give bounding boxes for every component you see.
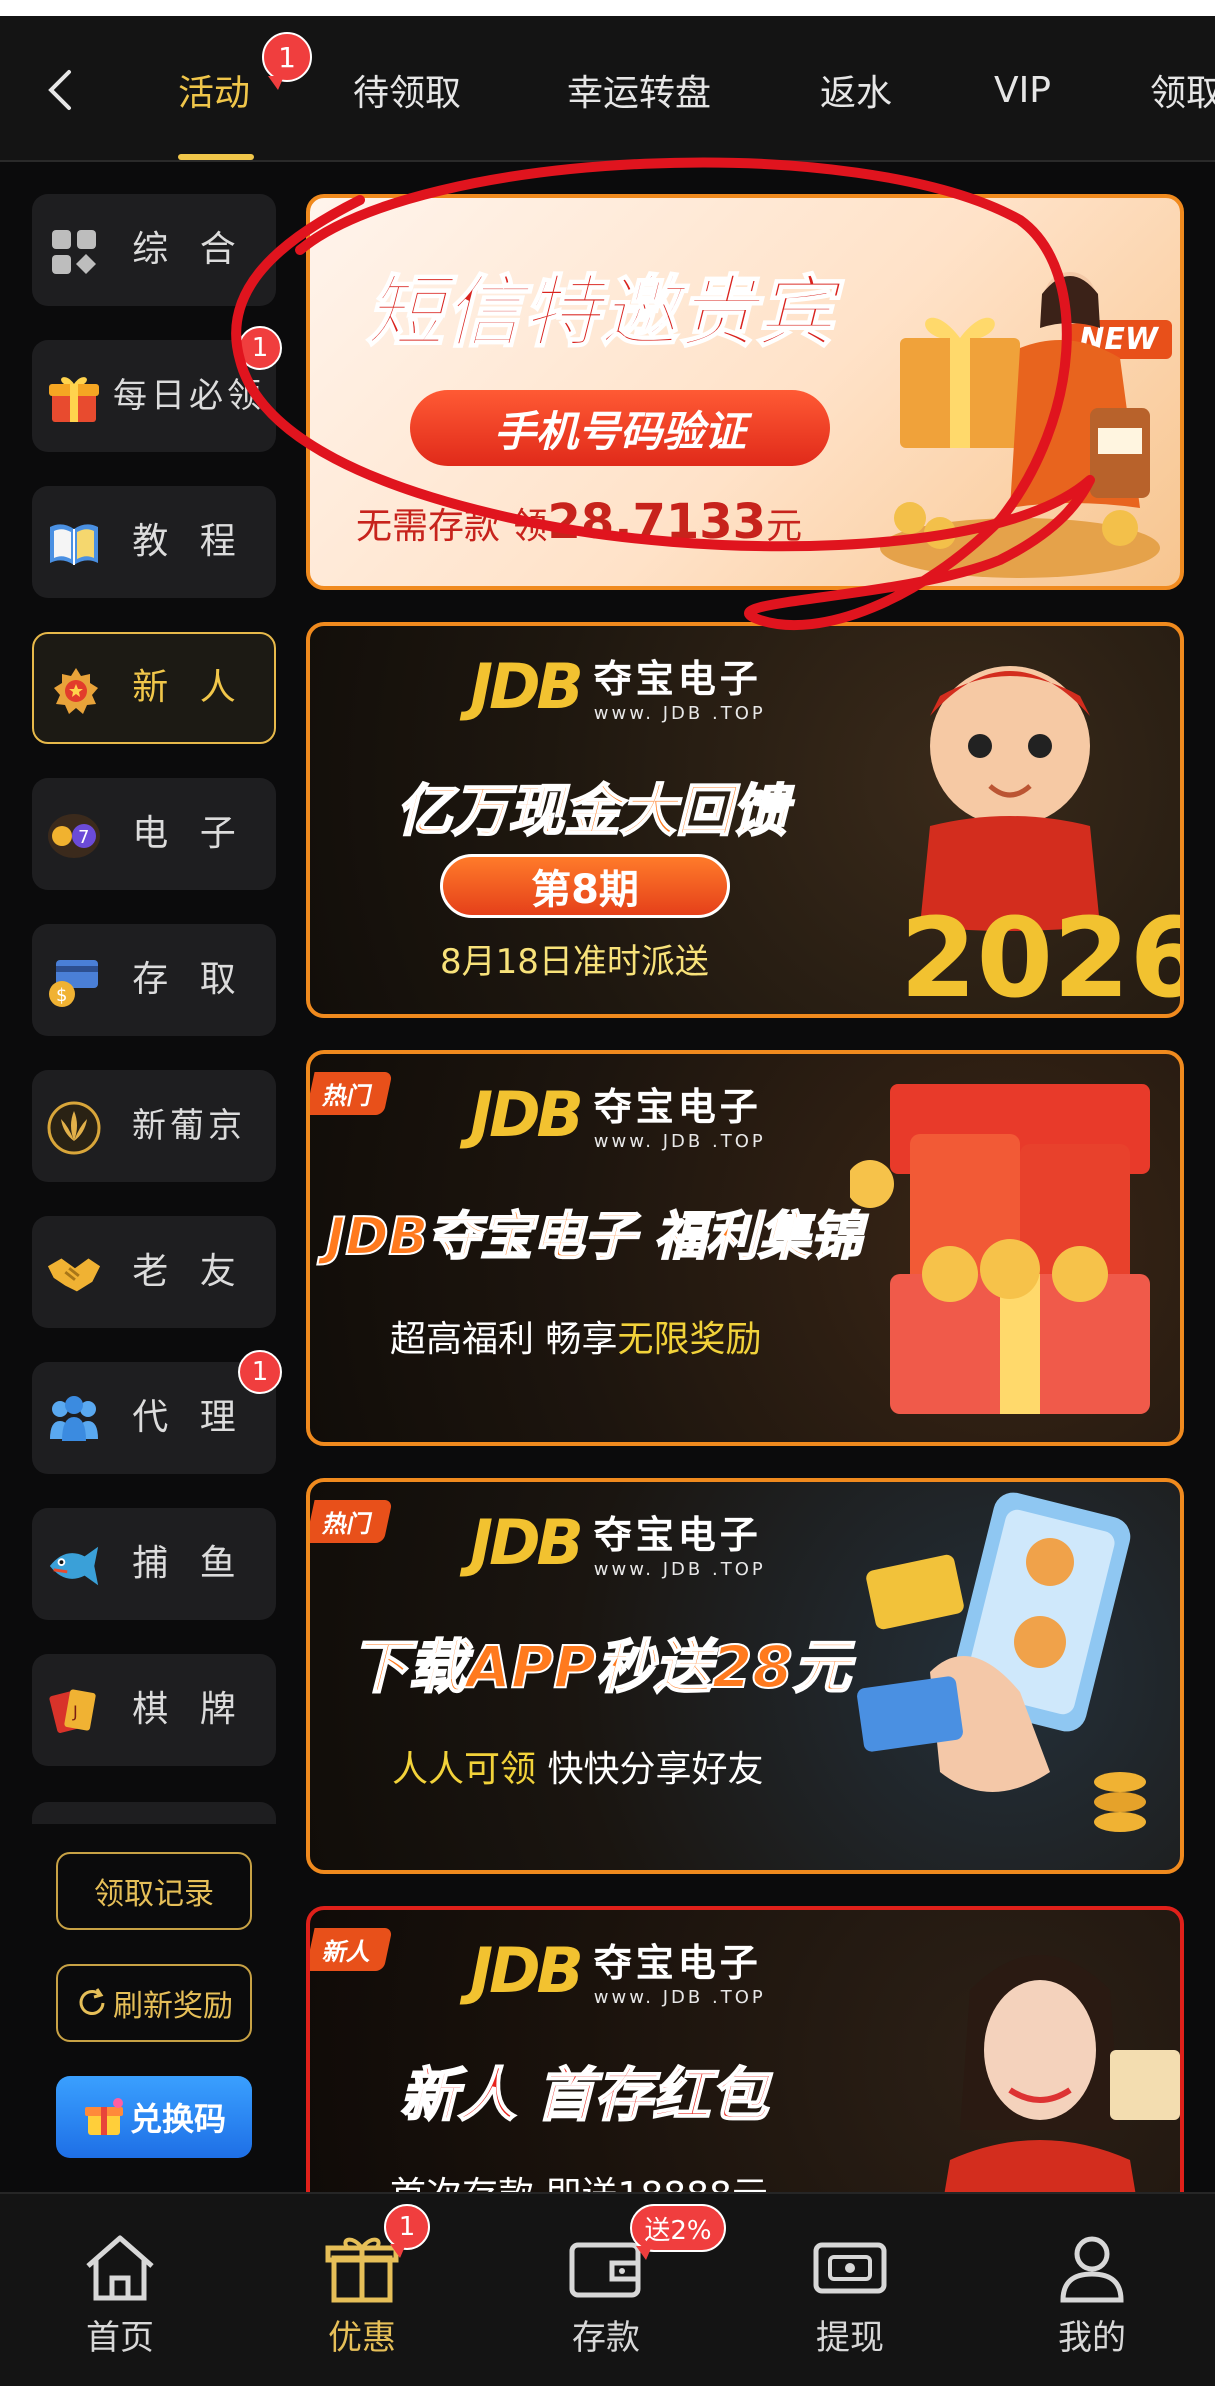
sidebar-item-slots[interactable]: 7 电 子 [32, 778, 276, 890]
banner-newbie-title: 新人 首存红包 [399, 2060, 769, 2130]
active-tab-indicator [178, 154, 254, 160]
jdb-brand: JDB 夺宝电子 www. JDB .TOP [470, 649, 766, 725]
tab-activity[interactable]: 活动 [178, 60, 250, 120]
user-icon [1052, 2230, 1132, 2306]
banner-jdb-cash-return[interactable]: JDB 夺宝电子 www. JDB .TOP 亿万现金大回馈 第8期 8月18日准… [306, 622, 1184, 1018]
sidebar-item-fishing[interactable]: 捕 鱼 [32, 1508, 276, 1620]
tab-pending[interactable]: 待领取 [353, 60, 461, 120]
grid-icon [46, 224, 102, 280]
hot-tag: 热门 [310, 1072, 393, 1115]
banner-sms-title: 短信特邀贵宾 [365, 267, 835, 359]
tab-claim[interactable]: 领取 [1150, 60, 1215, 120]
jdb-brand: JDB 夺宝电子 www. JDB .TOP [470, 1077, 766, 1153]
sidebar-item-card-games[interactable]: J 棋 牌 [32, 1654, 276, 1766]
agent-icon [46, 1392, 102, 1448]
withdraw-icon [810, 2230, 890, 2306]
nav-promotions[interactable]: 优惠 [282, 2230, 442, 2360]
year-text: 2026 [900, 894, 1180, 1016]
banner-app-line: 人人可领 快快分享好友 [392, 1749, 764, 1790]
phone-hand-illustration [857, 1492, 1146, 1832]
nav-promotions-badge: 1 [384, 2204, 430, 2258]
tab-lucky-wheel[interactable]: 幸运转盘 [567, 60, 711, 120]
red-envelope-illustration [850, 1084, 1150, 1414]
jdb-logo: JDB [470, 1505, 584, 1579]
home-icon [80, 2230, 160, 2306]
redeem-gift-icon [84, 2098, 123, 2135]
lotus-icon [46, 1100, 102, 1156]
mascot-illustration: 2026 [900, 666, 1180, 1016]
book-icon [46, 516, 102, 572]
newbie-tag: 新人 [310, 1928, 393, 1971]
banner-jdb-newbie-redpacket[interactable]: 新人 JDB 夺宝电子www. JDB .TOP 新人 首存红包 首次存款 即送… [306, 1906, 1184, 2216]
banner-jdb-welfare[interactable]: 热门 JDB 夺宝电子 www. JDB .TOP JDB夺宝电子 福利集锦 超高… [306, 1050, 1184, 1446]
banner-sms-vip[interactable]: 短信特邀贵宾 手机号码验证 无需存款 领28.7133元 NEW [306, 194, 1184, 590]
tab-rebate[interactable]: 返水 [820, 60, 892, 120]
medal-icon [48, 664, 104, 720]
gift-box-illustration [880, 272, 1160, 578]
woman-illustration [941, 1955, 1180, 2212]
fish-icon [46, 1538, 102, 1594]
hot-tag: 热门 [310, 1500, 393, 1543]
sidebar-item-old-friends[interactable]: 老 友 [32, 1216, 276, 1328]
jdb-logo: JDB [470, 1077, 584, 1151]
bottom-nav: 首页 优惠 1 存款 送2% 提现 我的 [0, 2192, 1215, 2386]
issue-pill: 第8期 [440, 854, 730, 918]
slot-icon: 7 [46, 808, 102, 864]
sidebar-agent-badge: 1 [238, 1350, 282, 1394]
tab-vip[interactable]: VIP [994, 60, 1051, 120]
banner-welfare-line: 超高福利 畅享无限奖励 [390, 1319, 762, 1360]
sidebar-item-partial [32, 1802, 276, 1824]
banner-app-title: 下载APP秒送28元 [349, 1632, 852, 1702]
banner-welfare-title: JDB夺宝电子 福利集锦 [325, 1206, 863, 1268]
svg-text:$: $ [56, 985, 67, 1006]
sidebar-item-lisboa[interactable]: 新葡京 [32, 1070, 276, 1182]
verify-phone-pill: 手机号码验证 [410, 390, 830, 466]
sidebar-item-tutorial[interactable]: 教 程 [32, 486, 276, 598]
sidebar-daily-badge: 1 [238, 326, 282, 370]
nav-deposit-bonus-badge: 送2% [630, 2204, 726, 2260]
redeem-code-button[interactable]: 兑换码 [56, 2076, 252, 2158]
nav-mine[interactable]: 我的 [1012, 2230, 1172, 2360]
wallet-icon: $ [46, 954, 102, 1010]
handshake-icon [46, 1246, 102, 1302]
refresh-icon [79, 1988, 105, 2015]
jdb-brand: JDB 夺宝电子 www. JDB .TOP [470, 1505, 766, 1581]
sidebar-item-all[interactable]: 综 合 [32, 194, 276, 306]
jdb-logo: JDB [470, 1933, 584, 2007]
svg-text:J: J [72, 1702, 78, 1721]
claim-record-button[interactable]: 领取记录 [56, 1852, 252, 1930]
top-nav: 活动 1 待领取 幸运转盘 返水 VIP 领取 [0, 16, 1215, 162]
svg-text:7: 7 [78, 827, 89, 848]
jdb-logo: JDB [470, 649, 584, 723]
banner-cash-date: 8月18日准时派送 [440, 942, 709, 982]
sidebar-item-deposit-withdraw[interactable]: $ 存 取 [32, 924, 276, 1036]
sidebar-item-newbie[interactable]: 新 人 [32, 632, 276, 744]
gift-icon [46, 370, 102, 426]
chevron-left-icon [48, 70, 71, 110]
cards-icon: J [46, 1684, 102, 1740]
refresh-reward-button[interactable]: 刷新奖励 [56, 1964, 252, 2042]
jdb-brand: JDB 夺宝电子 www. JDB .TOP [470, 1933, 766, 2009]
nav-home[interactable]: 首页 [40, 2230, 200, 2360]
banner-sms-line: 无需存款 领28.7133元 [356, 494, 803, 550]
banner-cash-title: 亿万现金大回馈 [395, 778, 789, 845]
banner-jdb-app-download[interactable]: 热门 JDB 夺宝电子 www. JDB .TOP 下载APP秒送28元 人人可领… [306, 1478, 1184, 1874]
back-button[interactable] [30, 60, 90, 120]
tab-activity-badge: 1 [262, 32, 312, 90]
status-strip [0, 0, 1215, 16]
nav-withdraw[interactable]: 提现 [770, 2230, 930, 2360]
